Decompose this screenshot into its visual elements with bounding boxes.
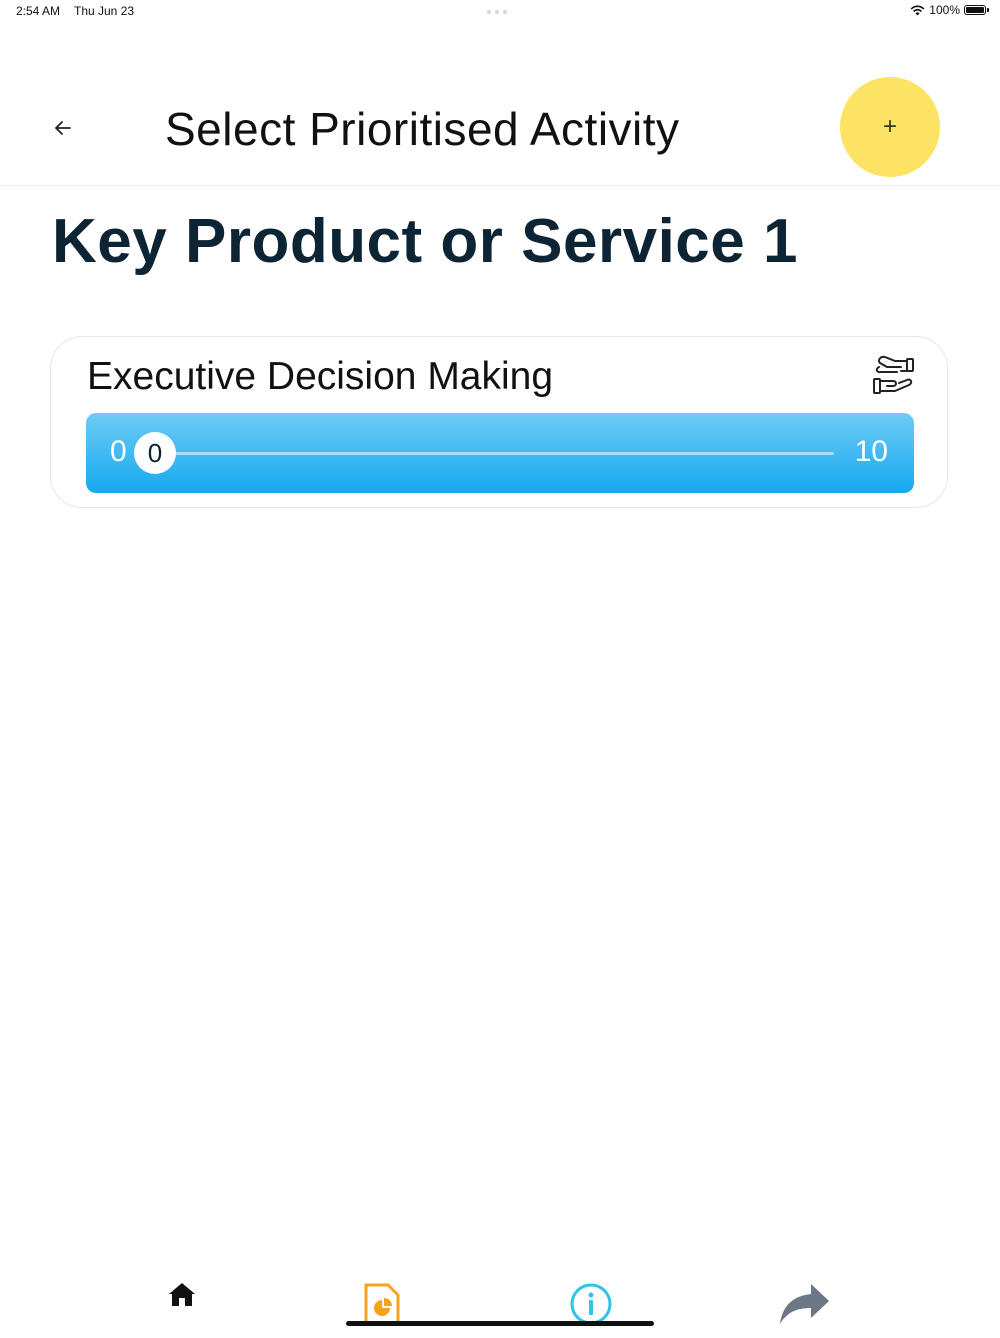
status-time: 2:54 AM bbox=[16, 4, 61, 18]
slider-min-label: 0 bbox=[110, 435, 127, 468]
rating-slider[interactable]: 0 0 10 bbox=[86, 413, 914, 493]
slider-max-label: 10 bbox=[854, 435, 888, 468]
nav-report[interactable] bbox=[354, 1282, 410, 1338]
home-indicator bbox=[346, 1321, 654, 1326]
add-button[interactable]: + bbox=[840, 77, 940, 177]
activity-card[interactable]: Executive Decision Making 0 0 10 bbox=[50, 336, 948, 508]
battery-icon bbox=[964, 5, 989, 15]
battery-percent: 100% bbox=[929, 3, 960, 17]
report-icon bbox=[364, 1283, 400, 1326]
nav-info[interactable] bbox=[563, 1282, 619, 1338]
back-button[interactable] bbox=[52, 117, 76, 139]
handshake-icon[interactable] bbox=[871, 355, 917, 397]
info-icon bbox=[570, 1283, 612, 1325]
header: Select Prioritised Activity + bbox=[0, 60, 1000, 186]
section-title: Key Product or Service 1 bbox=[52, 207, 798, 276]
slider-value: 0 bbox=[147, 437, 163, 468]
status-right: 100% bbox=[910, 3, 989, 17]
multitasking-dots-icon[interactable] bbox=[487, 10, 507, 14]
nav-home[interactable] bbox=[154, 1280, 210, 1336]
activity-title: Executive Decision Making bbox=[87, 355, 554, 398]
home-icon bbox=[169, 1283, 195, 1306]
plus-icon: + bbox=[882, 113, 897, 140]
page-title: Select Prioritised Activity bbox=[165, 103, 680, 155]
arrow-left-icon bbox=[55, 121, 71, 135]
wifi-icon bbox=[910, 5, 925, 15]
status-date: Thu Jun 23 bbox=[74, 4, 135, 18]
share-icon bbox=[780, 1284, 829, 1324]
status-bar: 2:54 AM Thu Jun 23 100% bbox=[0, 0, 1000, 26]
nav-share[interactable] bbox=[777, 1280, 833, 1336]
slider-thumb[interactable]: 0 bbox=[134, 432, 176, 474]
slider-track[interactable] bbox=[154, 452, 834, 455]
